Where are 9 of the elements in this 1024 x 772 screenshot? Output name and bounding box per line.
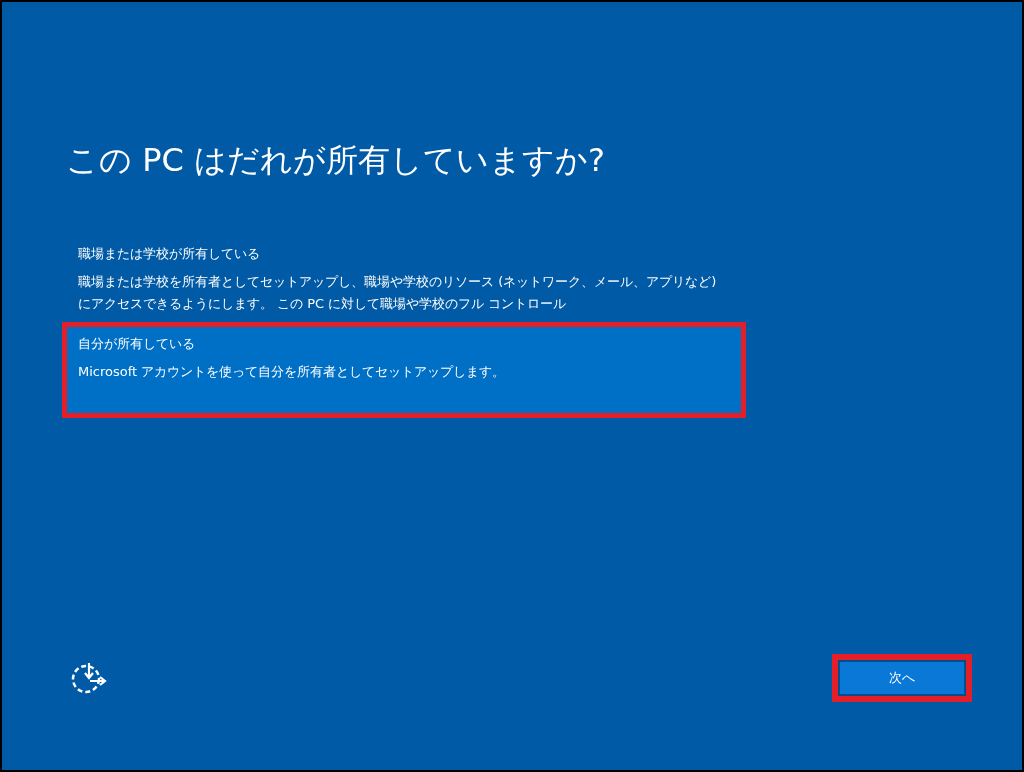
option-description: 職場または学校を所有者としてセットアップし、職場や学校のリソース (ネットワーク、メール、アプリなど) にアクセスできるようにします。 この PC に対して職場や学校のフル コントロール <box>78 273 718 313</box>
option-item[interactable]: 職場または学校が所有している 職場または学校を所有者としてセットアップし、職場や学校のリソース (ネットワーク、メール、アプリなど) にアクセスできるようにします。 この PC に対して職場や学校のフル コントロール <box>62 232 746 322</box>
option-label: 職場または学校が所有している <box>78 245 261 263</box>
option-description: Microsoft アカウントを使って自分を所有者としてセットアップします。 <box>78 363 507 381</box>
page-title: この PC はだれが所有していますか? <box>66 140 606 181</box>
next-button[interactable]: 次へ <box>840 662 964 694</box>
option-label: 自分が所有している <box>78 335 196 353</box>
accessibility-icon[interactable] <box>70 661 108 695</box>
option-item[interactable]: 自分が所有している Microsoft アカウントを使って自分を所有者としてセットアップします。 <box>62 322 746 418</box>
